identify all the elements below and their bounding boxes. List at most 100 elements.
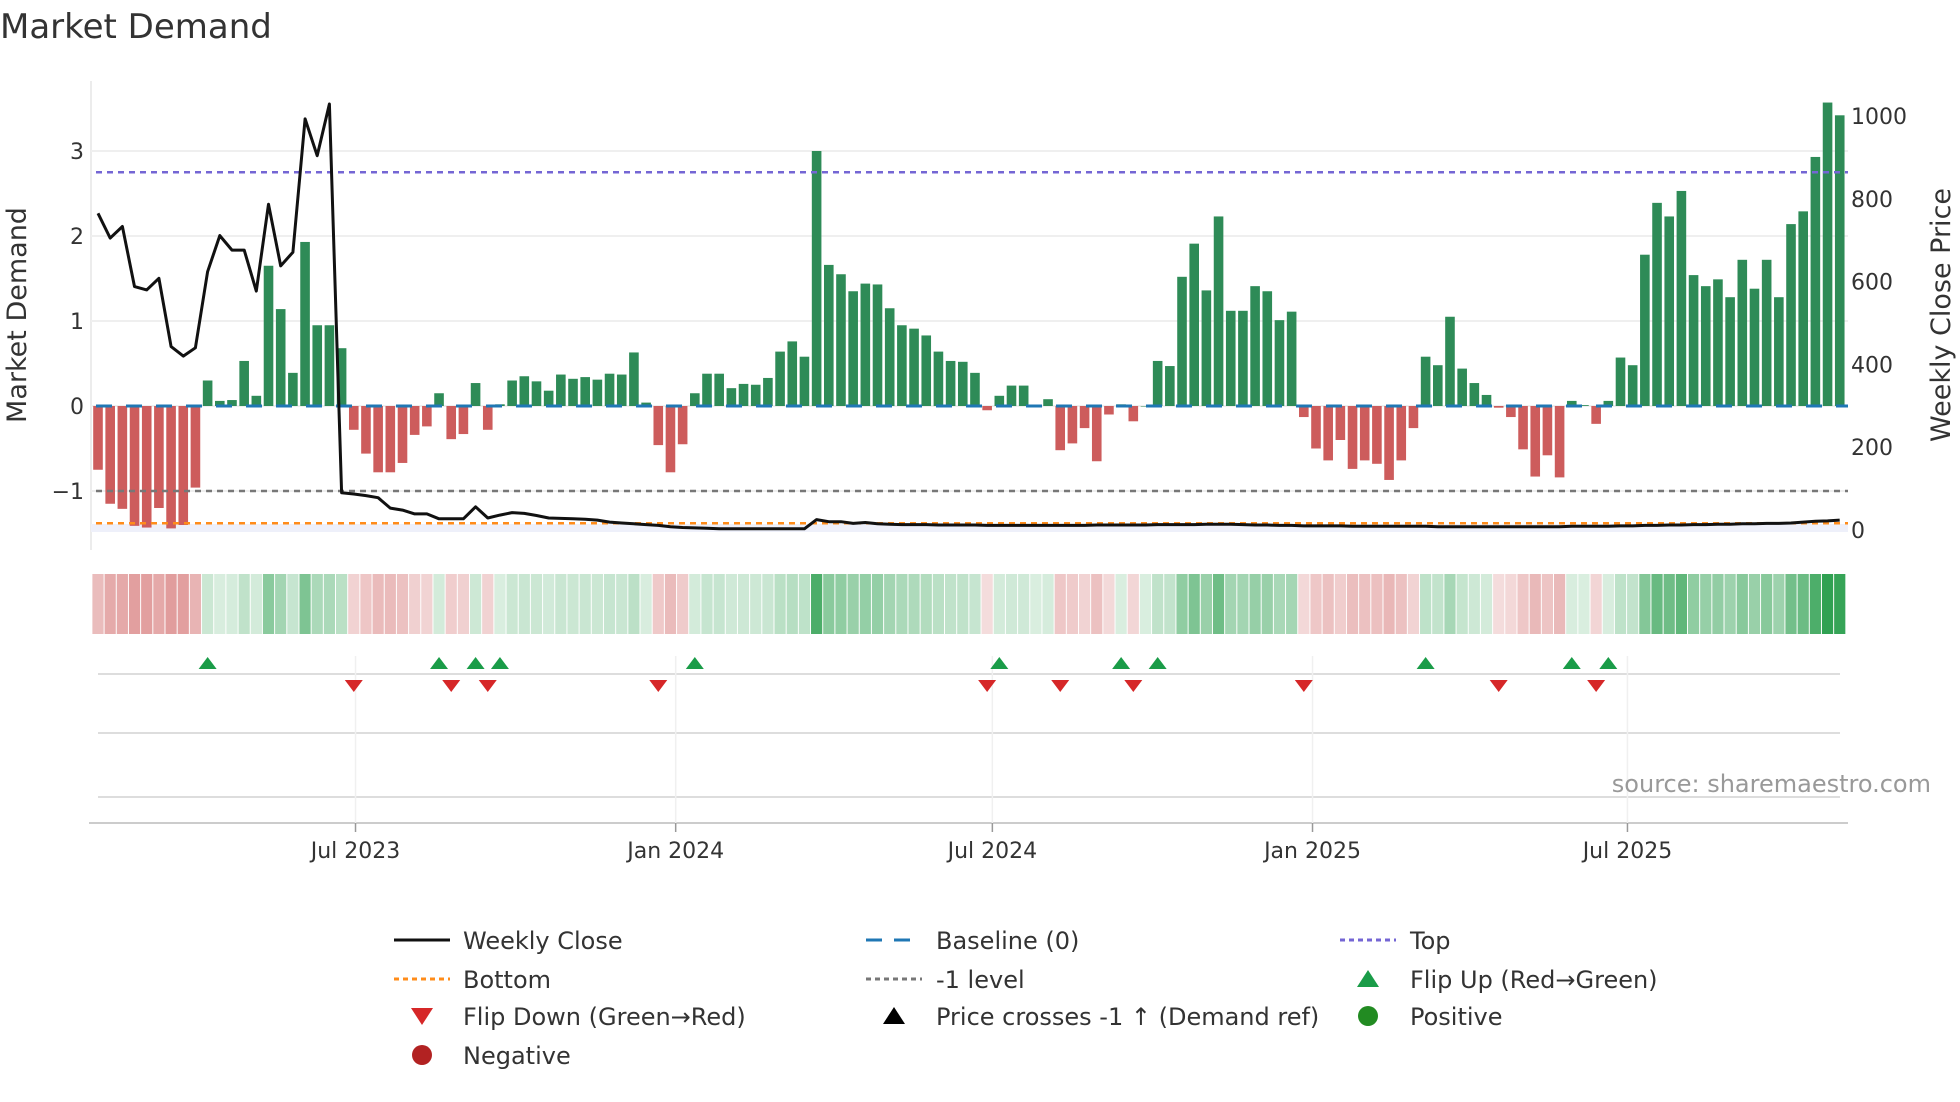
- demand-bar: [1761, 259, 1772, 406]
- demand-bar: [531, 381, 542, 406]
- demand-bar: [1591, 406, 1601, 424]
- heatmap-cell: [189, 574, 202, 634]
- heatmap-cell: [433, 574, 445, 634]
- demand-bar: [1834, 115, 1845, 407]
- heatmap-cell: [628, 574, 640, 634]
- heatmap-cell: [128, 574, 141, 634]
- x-tick-label: Jul 2025: [1581, 839, 1673, 864]
- demand-bar: [1201, 290, 1212, 406]
- y-tick-label: 0: [70, 395, 84, 420]
- demand-bar: [1749, 288, 1760, 406]
- demand-bar: [750, 384, 761, 406]
- demand-bar: [957, 361, 968, 406]
- demand-bar: [580, 377, 590, 406]
- demand-bar: [1408, 406, 1419, 429]
- y2-tick-label: 800: [1851, 188, 1893, 213]
- demand-bar: [1542, 406, 1553, 456]
- demand-bar: [945, 360, 956, 406]
- demand-bar: [1091, 406, 1102, 462]
- flip-up-marker: [1112, 657, 1131, 669]
- legend-label: Baseline (0): [936, 927, 1079, 955]
- demand-bar: [1225, 310, 1236, 406]
- heatmap-cell: [1821, 574, 1834, 634]
- heatmap-cell: [153, 574, 165, 634]
- demand-bar: [994, 395, 1005, 406]
- legend-label: Top: [1409, 927, 1451, 955]
- heatmap-cell: [1103, 574, 1115, 634]
- heatmap-cell: [1541, 574, 1554, 634]
- weekly-close-line: [96, 102, 1840, 531]
- heatmap-cell: [1322, 574, 1334, 634]
- heatmap-cell: [1627, 574, 1639, 634]
- heatmap-cell: [579, 574, 591, 634]
- heatmap-cell: [311, 574, 323, 634]
- demand-bar: [763, 377, 773, 406]
- heatmap-cell: [202, 574, 214, 634]
- demand-bar: [629, 352, 639, 406]
- heatmap-cell: [1566, 574, 1578, 634]
- flip-marker-panel: [89, 656, 1848, 832]
- demand-bar: [556, 374, 566, 406]
- heatmap-cell: [92, 574, 104, 634]
- demand-bar: [434, 393, 444, 406]
- demand-bar: [1189, 243, 1199, 406]
- heatmap-cell: [847, 574, 859, 634]
- demand-bar: [397, 406, 408, 463]
- heatmap-cell: [1590, 574, 1602, 634]
- demand-bar: [1433, 365, 1443, 406]
- heatmap-cell: [372, 574, 384, 634]
- circle-icon: [412, 1045, 432, 1065]
- legend-item: Weekly Close: [394, 927, 623, 955]
- heatmap-cell: [859, 574, 871, 634]
- demand-bar: [1372, 406, 1382, 464]
- demand-heatmap-strip: [92, 574, 1846, 634]
- heatmap-cell: [1456, 574, 1468, 634]
- demand-bar: [787, 341, 798, 406]
- heatmap-cell: [823, 574, 835, 634]
- demand-bar: [1018, 385, 1029, 406]
- reference-levels: [96, 171, 1848, 525]
- heatmap-cell: [469, 574, 482, 634]
- legend-label: Price crosses -1 ↑ (Demand ref): [936, 1003, 1319, 1031]
- demand-bar: [921, 335, 932, 406]
- demand-bar: [592, 379, 603, 406]
- flip-up-marker: [430, 657, 449, 669]
- heatmap-cell: [1054, 574, 1066, 634]
- demand-bar: [933, 351, 944, 406]
- heatmap-cell: [323, 574, 336, 634]
- legend-item: Baseline (0): [866, 927, 1079, 955]
- demand-bar: [738, 383, 749, 406]
- market-demand-chart: Market Demand Market Demand Weekly Close…: [0, 7, 1957, 1070]
- heatmap-cell: [652, 574, 664, 634]
- gridlines: [90, 81, 1848, 550]
- demand-bar: [653, 406, 664, 446]
- demand-bar: [1262, 291, 1273, 406]
- heatmap-cell: [1578, 574, 1590, 634]
- y2-tick-label: 0: [1851, 519, 1865, 544]
- demand-bar: [154, 406, 164, 508]
- heatmap-cell: [811, 574, 823, 634]
- heatmap-cell: [664, 574, 677, 634]
- demand-bar: [616, 374, 627, 406]
- demand-bar: [312, 325, 323, 406]
- demand-bar: [300, 241, 310, 406]
- legend-item: Price crosses -1 ↑ (Demand ref): [883, 1003, 1319, 1031]
- heatmap-cell: [737, 574, 750, 634]
- flip-up-marker: [1416, 657, 1435, 669]
- flip-up-marker: [198, 657, 217, 669]
- heatmap-cell: [299, 574, 311, 634]
- heatmap-cell: [1212, 574, 1225, 634]
- demand-bar: [275, 309, 286, 406]
- demand-bar: [190, 406, 201, 488]
- demand-bar: [1469, 383, 1480, 406]
- demand-bar: [970, 372, 980, 406]
- heatmap-cell: [165, 574, 177, 634]
- heatmap-cell: [287, 574, 299, 634]
- heatmap-cell: [1249, 574, 1261, 634]
- y2-tick-label: 200: [1851, 436, 1893, 461]
- demand-bar: [1506, 406, 1516, 418]
- heatmap-cell: [1042, 574, 1054, 634]
- heatmap-cell: [1152, 574, 1164, 634]
- heatmap-cell: [518, 574, 530, 634]
- heatmap-cell: [1078, 574, 1091, 634]
